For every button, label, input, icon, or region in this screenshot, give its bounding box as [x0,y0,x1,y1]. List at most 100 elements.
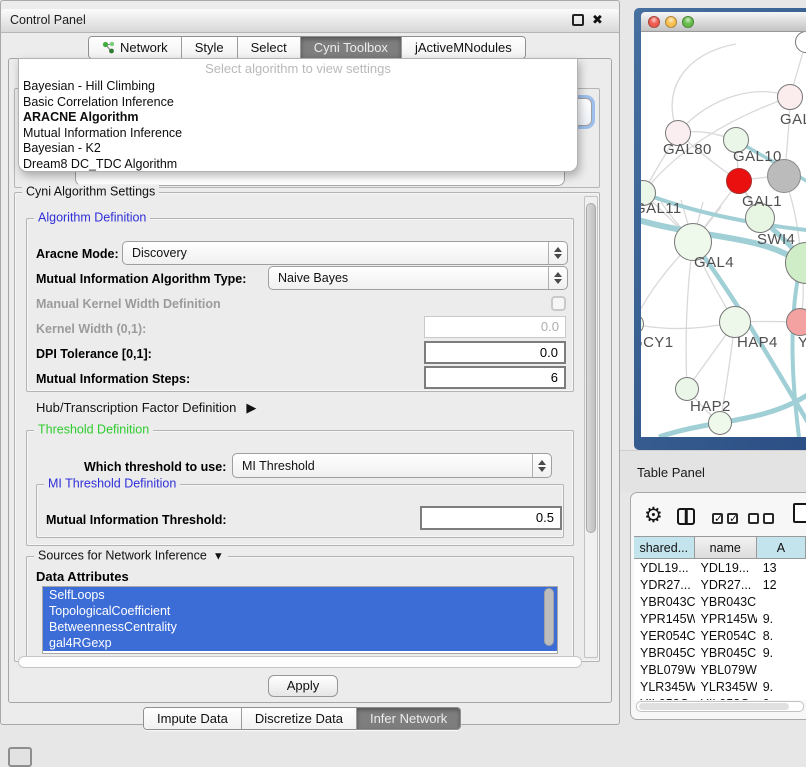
algorithm-dropdown-placeholder: Select algorithm to view settings [19,59,577,79]
column-header-a[interactable]: A [757,536,806,558]
table-row[interactable]: YIL052CYIL052C9 [634,695,806,700]
columns-icon[interactable] [677,508,695,525]
network-node[interactable] [726,168,752,194]
algorithm-option-aracne-algorithm[interactable]: ARACNE Algorithm [19,110,577,126]
table-cell: YLR345W [634,680,695,694]
tab-label: Cyni Toolbox [314,40,388,55]
aracne-mode-combobox[interactable]: Discovery [122,241,568,265]
table-horizontal-scrollbar[interactable] [636,701,804,712]
deselect-all-columns-icon[interactable] [748,513,774,524]
table-panel-title: Table Panel [637,465,705,480]
dpi-tolerance-field[interactable]: 0.0 [424,341,566,364]
table-cell: YIL052C [634,697,695,701]
scrollbar-thumb[interactable] [544,588,554,646]
data-attributes-list[interactable]: SelfLoopsTopologicalCoefficientBetweenne… [42,586,558,654]
aracne-mode-value: Discovery [123,246,548,260]
float-window-icon[interactable] [572,14,584,26]
table-row[interactable]: YLR345WYLR345W9. [634,678,806,695]
table-cell: YBL079W [634,663,695,677]
unchecked-box-icon [748,513,759,524]
close-icon[interactable]: ✖ [592,12,603,28]
table-row[interactable]: YDL19...YDL19...13 [634,559,806,576]
table-cell: 9. [757,680,806,694]
table-row[interactable]: YBR045CYBR045C9. [634,644,806,661]
checked-box-icon [727,513,738,524]
mac-zoom-icon[interactable] [682,16,694,28]
combo-stepper-icon[interactable] [532,454,551,477]
combo-stepper-icon[interactable] [548,267,567,289]
table-row[interactable]: YER054CYER054C8. [634,627,806,644]
table-row[interactable]: YBL079WYBL079W [634,661,806,678]
table-row[interactable]: YBR043CYBR043C [634,593,806,610]
tab-select[interactable]: Select [237,37,300,58]
sources-title[interactable]: Sources for Network Inference▼ [34,548,228,562]
network-node[interactable] [777,84,803,110]
network-window-titlebar[interactable] [641,12,806,32]
algorithm-option-mutual-information-inference[interactable]: Mutual Information Inference [19,126,577,142]
table-row[interactable]: YDR27...YDR27...12 [634,576,806,593]
table-cell: 13 [757,561,806,575]
node-label-gal10: GAL10 [733,148,782,165]
column-header-name[interactable]: name [695,536,757,558]
table-cell: 9. [757,646,806,660]
table-row[interactable]: YPR145WYPR145W9. [634,610,806,627]
tab-impute-data[interactable]: Impute Data [144,708,241,729]
node-label-gal80: GAL80 [663,141,712,158]
tab-infer-network[interactable]: Infer Network [356,708,460,729]
mac-close-icon[interactable] [648,16,660,28]
network-tab-icon [102,41,115,54]
mi-threshold-definition-title: MI Threshold Definition [44,476,180,490]
algorithm-option-bayesian-k2[interactable]: Bayesian - K2 [19,141,577,157]
tab-network[interactable]: Network [89,37,181,58]
select-all-columns-icon[interactable] [712,513,738,524]
settings-vertical-scrollbar[interactable] [584,196,598,658]
attribute-item-selfloops[interactable]: SelfLoops [43,587,557,603]
tab-label: Network [120,40,168,55]
table-cell: YBR043C [695,595,757,609]
attribute-item-topologicalcoefficient[interactable]: TopologicalCoefficient [43,603,557,619]
mi-type-combobox[interactable]: Naive Bayes [268,266,568,290]
mi-threshold-field[interactable]: 0.5 [420,506,562,530]
which-threshold-combobox[interactable]: MI Threshold [232,453,552,478]
tab-jactivemnodules[interactable]: jActiveMNodules [401,37,525,58]
combo-stepper-icon[interactable] [548,242,567,264]
column-header-shared[interactable]: shared... [634,536,695,558]
apply-button[interactable]: Apply [268,675,338,697]
tab-label: jActiveMNodules [415,40,512,55]
table-cell: YIL052C [695,697,757,701]
scrollbar-thumb[interactable] [639,703,789,710]
manual-kernel-label: Manual Kernel Width Definition [36,297,221,311]
network-canvas[interactable]: GALGAL80GAL10GAL1GAL11SWI4GAL4GCY1HAP4YH… [641,32,806,437]
dpi-tolerance-label: DPI Tolerance [0,1]: [36,347,152,361]
table-cell: 9 [757,697,806,701]
control-panel-titlebar [1,9,619,33]
algorithm-definition-title: Algorithm Definition [34,210,150,224]
hub-definition-expander[interactable]: Hub/Transcription Factor Definition▶ [36,400,256,416]
scrollbar-thumb[interactable] [586,203,596,533]
algorithm-dropdown: Select algorithm to view settings Bayesi… [18,58,578,172]
gear-icon[interactable]: ⚙ [644,503,663,528]
node-label-gal11: GAL11 [641,200,682,217]
network-node[interactable] [786,308,806,336]
algorithm-option-dream8-dc-tdc-algorithm[interactable]: Dream8 DC_TDC Algorithm [19,157,577,173]
table-body: YDL19...YDL19...13YDR27...YDR27...12YBR0… [634,559,806,700]
dock-corner-icon[interactable] [8,747,32,767]
algorithm-option-bayesian-hill-climbing[interactable]: Bayesian - Hill Climbing [19,79,577,95]
attribute-item-betweennesscentrality[interactable]: BetweennessCentrality [43,619,557,635]
new-table-icon[interactable] [793,503,806,523]
attributes-list-scrollbar[interactable] [544,588,555,652]
tab-label: Discretize Data [255,711,343,726]
mi-steps-field[interactable]: 6 [424,366,566,389]
settings-horizontal-scrollbar[interactable] [18,656,582,668]
table-cell: 12 [757,578,806,592]
tab-discretize-data[interactable]: Discretize Data [241,708,356,729]
tab-style[interactable]: Style [181,37,237,58]
node-label-gcy1: GCY1 [641,334,673,351]
mac-minimize-icon[interactable] [665,16,677,28]
table-cell: YBR045C [695,646,757,660]
algorithm-option-basic-correlation-inference[interactable]: Basic Correlation Inference [19,95,577,111]
tab-label: Impute Data [157,711,228,726]
table-header-row: shared...nameA [634,536,806,559]
attribute-item-gal4rgexp[interactable]: gal4RGexp [43,635,557,651]
tab-cyni-toolbox[interactable]: Cyni Toolbox [300,37,401,58]
